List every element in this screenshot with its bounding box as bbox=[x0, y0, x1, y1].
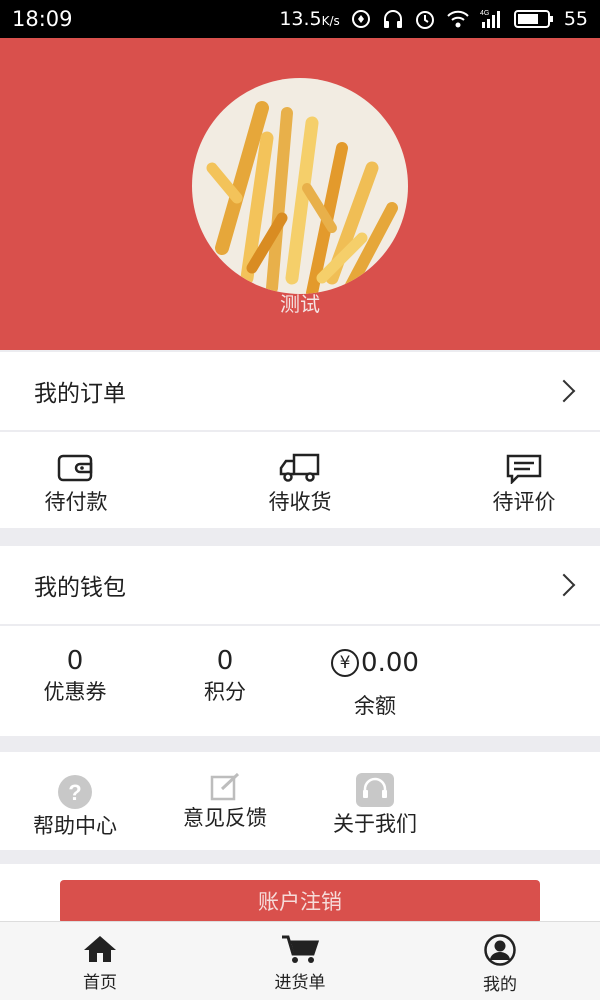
user-icon bbox=[484, 934, 516, 966]
tab-purchase-list-label: 进货单 bbox=[274, 973, 326, 993]
balance-label: 余额 bbox=[354, 694, 396, 718]
about-us-label: 关于我们 bbox=[333, 812, 417, 836]
my-orders-row[interactable]: 我的订单 bbox=[0, 352, 600, 430]
comment-icon bbox=[506, 454, 542, 484]
network-speed: 13.5K/s bbox=[279, 8, 340, 30]
chevron-right-icon bbox=[552, 379, 576, 403]
points-item[interactable]: 0 积分 bbox=[165, 646, 285, 706]
svg-text:4G: 4G bbox=[480, 10, 489, 17]
battery-level: 55 bbox=[563, 8, 588, 30]
coupon-label: 优惠券 bbox=[43, 680, 107, 704]
points-count: 0 bbox=[216, 646, 234, 676]
feedback-icon bbox=[210, 772, 240, 801]
feedback-label: 意见反馈 bbox=[183, 806, 267, 830]
svg-text:?: ? bbox=[68, 780, 81, 805]
headphones-icon bbox=[383, 10, 402, 28]
wifi-icon bbox=[447, 10, 469, 28]
pending-review-label: 待评价 bbox=[492, 490, 556, 514]
username: 测试 bbox=[280, 292, 320, 316]
pending-payment-label: 待付款 bbox=[44, 490, 108, 514]
services-grid: ? 帮助中心 意见反馈 关于我们 bbox=[0, 752, 600, 850]
pending-receipt-label: 待收货 bbox=[268, 490, 332, 514]
feedback-item[interactable]: 意见反馈 bbox=[165, 772, 285, 832]
bottom-tabbar: 首页 进货单 我的 bbox=[0, 921, 600, 1000]
logout-section: 账户注销 bbox=[0, 864, 600, 924]
tab-home-label: 首页 bbox=[83, 973, 117, 993]
status-bar: 18:09 13.5K/s 4G 55 bbox=[0, 0, 600, 38]
balance-item[interactable]: ¥ 0.00 余额 bbox=[305, 648, 445, 720]
pending-receipt-item[interactable]: 待收货 bbox=[240, 452, 360, 516]
help-icon: ? bbox=[58, 775, 92, 809]
tab-home[interactable]: 首页 bbox=[30, 922, 170, 1000]
battery-icon bbox=[513, 10, 553, 28]
order-status-grid: 待付款 待收货 待评价 bbox=[0, 432, 600, 528]
headset-icon bbox=[356, 773, 394, 807]
cart-icon bbox=[282, 935, 320, 963]
balance-amount: 0.00 bbox=[361, 648, 419, 678]
avatar[interactable] bbox=[192, 78, 408, 294]
alarm-icon bbox=[415, 11, 434, 29]
coupon-count: 0 bbox=[66, 646, 84, 676]
help-center-item[interactable]: ? 帮助中心 bbox=[15, 774, 135, 840]
yuan-icon: ¥ bbox=[331, 649, 360, 677]
tab-mine-label: 我的 bbox=[483, 975, 517, 995]
profile-header: 测试 bbox=[0, 38, 600, 350]
status-icons: 13.5K/s 4G 55 bbox=[279, 8, 588, 30]
nfc-icon bbox=[351, 10, 370, 28]
pending-review-item[interactable]: 待评价 bbox=[464, 452, 584, 516]
tab-purchase-list[interactable]: 进货单 bbox=[230, 922, 370, 1000]
cell-signal-icon: 4G bbox=[480, 10, 500, 28]
truck-icon bbox=[279, 453, 320, 482]
status-time: 18:09 bbox=[12, 7, 73, 31]
my-wallet-title: 我的钱包 bbox=[34, 575, 126, 601]
points-label: 积分 bbox=[204, 680, 246, 704]
my-orders-title: 我的订单 bbox=[34, 381, 126, 407]
wallet-grid: 0 优惠券 0 积分 ¥ 0.00 余额 bbox=[0, 626, 600, 736]
about-us-item[interactable]: 关于我们 bbox=[315, 772, 435, 838]
my-wallet-row[interactable]: 我的钱包 bbox=[0, 546, 600, 624]
wallet-icon bbox=[57, 454, 93, 482]
chevron-right-icon bbox=[552, 573, 576, 597]
pending-payment-item[interactable]: 待付款 bbox=[16, 452, 136, 516]
tab-mine[interactable]: 我的 bbox=[430, 922, 570, 1000]
home-icon bbox=[84, 936, 116, 962]
coupon-item[interactable]: 0 优惠券 bbox=[15, 646, 135, 706]
account-cancel-button[interactable]: 账户注销 bbox=[60, 880, 540, 924]
help-center-label: 帮助中心 bbox=[33, 814, 117, 838]
